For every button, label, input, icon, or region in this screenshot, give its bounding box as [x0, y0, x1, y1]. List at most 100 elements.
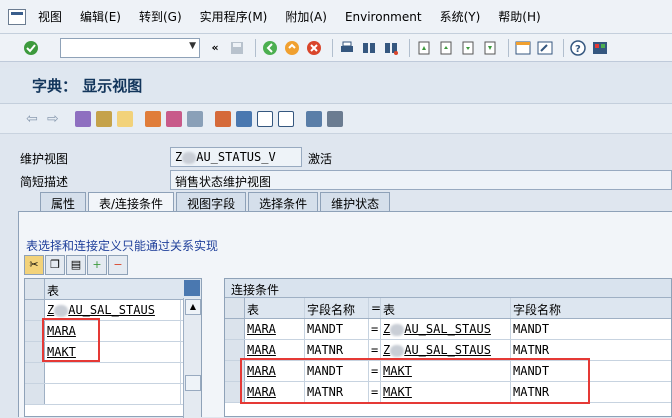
row-selector[interactable]	[25, 384, 45, 404]
row-selector[interactable]	[25, 342, 45, 362]
insert-row-icon[interactable]: +	[87, 255, 107, 275]
select-all[interactable]	[25, 279, 45, 299]
scroll-thumb[interactable]	[185, 375, 201, 391]
field-cell[interactable]: MANDT	[511, 361, 651, 381]
first-page-icon[interactable]	[415, 39, 433, 57]
row-selector[interactable]	[225, 382, 245, 402]
system-menu-icon[interactable]	[8, 8, 26, 25]
find-next-icon[interactable]	[382, 39, 400, 57]
navigation-icon[interactable]	[236, 110, 252, 127]
back-arrow-icon[interactable]: ⇦	[26, 111, 42, 127]
document-icon[interactable]	[257, 110, 273, 127]
table-cell[interactable]	[45, 363, 181, 383]
print-icon[interactable]	[338, 39, 356, 57]
info-icon[interactable]	[278, 110, 294, 127]
table-cell[interactable]: MARA	[245, 361, 305, 381]
table-cell[interactable]: Z AU_SAL_STAUS	[381, 340, 511, 360]
scroll-up-icon[interactable]: ▲	[185, 299, 201, 315]
table-cell[interactable]: MAKT	[45, 342, 181, 362]
table-cell[interactable]: MARA	[45, 321, 181, 341]
command-field[interactable]	[60, 37, 200, 58]
row-selector[interactable]	[25, 300, 45, 320]
delete-row-icon[interactable]: −	[108, 255, 128, 275]
copy-icon[interactable]: ❐	[45, 255, 65, 275]
field-cell[interactable]: MATNR	[305, 382, 369, 402]
menu-help[interactable]: 帮助(H)	[498, 8, 540, 25]
last-page-icon[interactable]	[481, 39, 499, 57]
separator	[332, 38, 333, 57]
cancel-icon[interactable]	[305, 39, 323, 57]
menu-utilities[interactable]: 实用程序(M)	[200, 8, 268, 25]
menu-goto[interactable]: 转到(G)	[139, 8, 182, 25]
field-cell[interactable]: MANDT	[511, 319, 651, 339]
find-icon[interactable]	[360, 39, 378, 57]
description-label: 简短描述	[20, 175, 69, 189]
row-selector[interactable]	[225, 361, 245, 381]
select-all[interactable]	[225, 298, 245, 318]
row-selector[interactable]	[25, 321, 45, 341]
field-cell[interactable]: MANDT	[305, 361, 369, 381]
new-session-icon[interactable]	[514, 39, 532, 57]
grid-icon[interactable]	[327, 110, 343, 127]
tab-tables-join[interactable]: 表/连接条件	[88, 192, 175, 212]
column-settings-icon[interactable]	[184, 280, 200, 296]
table-cell[interactable]	[45, 384, 181, 404]
field-cell[interactable]: MATNR	[511, 382, 651, 402]
table-cell[interactable]: Z AU_SAL_STAUS	[45, 300, 181, 320]
tab-attributes[interactable]: 属性	[40, 192, 87, 212]
table-row[interactable]	[25, 363, 201, 384]
hierarchy-icon[interactable]	[215, 110, 231, 127]
object-list-icon[interactable]	[187, 110, 203, 127]
paste-icon[interactable]: ▤	[66, 255, 86, 275]
tab-view-fields[interactable]: 视图字段	[176, 192, 247, 212]
table-row[interactable]: Z AU_SAL_STAUS	[25, 300, 201, 321]
exit-icon[interactable]	[283, 39, 301, 57]
table-cell[interactable]: Z AU_SAL_STAUS	[381, 319, 511, 339]
table-cell[interactable]: MAKT	[381, 361, 511, 381]
table-cell[interactable]: MARA	[245, 382, 305, 402]
menu-view[interactable]: 视图	[38, 8, 62, 25]
field-cell[interactable]: MANDT	[305, 319, 369, 339]
help-icon[interactable]: ?	[569, 39, 587, 57]
collapse-icon[interactable]: «	[206, 39, 224, 57]
description-field[interactable]: 销售状态维护视图	[170, 170, 672, 190]
table-cell[interactable]: MARA	[245, 319, 305, 339]
table-row[interactable]: MARA	[25, 321, 201, 342]
table-icon[interactable]	[306, 110, 322, 127]
table-cell[interactable]: MARA	[245, 340, 305, 360]
table-row[interactable]: MARA MATNR = MAKT MATNR	[225, 382, 671, 403]
table-cell[interactable]: MAKT	[381, 382, 511, 402]
menu-edit[interactable]: 编辑(E)	[80, 8, 121, 25]
table-row[interactable]: MARA MANDT = MAKT MANDT	[225, 361, 671, 382]
shortcut-icon[interactable]	[536, 39, 554, 57]
where-used-icon[interactable]	[145, 110, 161, 127]
vertical-scrollbar[interactable]: ▲	[183, 298, 201, 418]
table-row[interactable]	[25, 384, 201, 405]
forward-arrow-icon[interactable]: ⇨	[47, 111, 63, 127]
activate-icon[interactable]	[117, 110, 133, 127]
menu-extras[interactable]: 附加(A)	[285, 8, 327, 25]
check-object-icon[interactable]	[166, 110, 182, 127]
prev-page-icon[interactable]	[437, 39, 455, 57]
next-page-icon[interactable]	[459, 39, 477, 57]
other-object-icon[interactable]	[96, 110, 112, 127]
table-row[interactable]: MARA MATNR = Z AU_SAL_STAUS MATNR	[225, 340, 671, 361]
menu-system[interactable]: 系统(Y)	[440, 8, 481, 25]
row-selector[interactable]	[225, 340, 245, 360]
check-icon[interactable]	[22, 39, 40, 57]
table-row[interactable]: MARA MANDT = Z AU_SAL_STAUS MANDT	[225, 319, 671, 340]
cut-icon[interactable]: ✂	[24, 255, 44, 275]
tab-selection-conditions[interactable]: 选择条件	[248, 192, 319, 212]
display-change-icon[interactable]	[75, 110, 91, 127]
save-icon[interactable]	[228, 39, 246, 57]
field-cell[interactable]: MATNR	[511, 340, 651, 360]
layout-icon[interactable]	[591, 39, 609, 57]
field-cell[interactable]: MATNR	[305, 340, 369, 360]
view-name-field[interactable]: Z AU_STATUS_V	[170, 147, 302, 167]
menu-environment[interactable]: Environment	[345, 10, 422, 24]
row-selector[interactable]	[25, 363, 45, 383]
tab-maintenance-status[interactable]: 维护状态	[320, 192, 391, 212]
row-selector[interactable]	[225, 319, 245, 339]
back-icon[interactable]	[261, 39, 279, 57]
table-row[interactable]: MAKT	[25, 342, 201, 363]
